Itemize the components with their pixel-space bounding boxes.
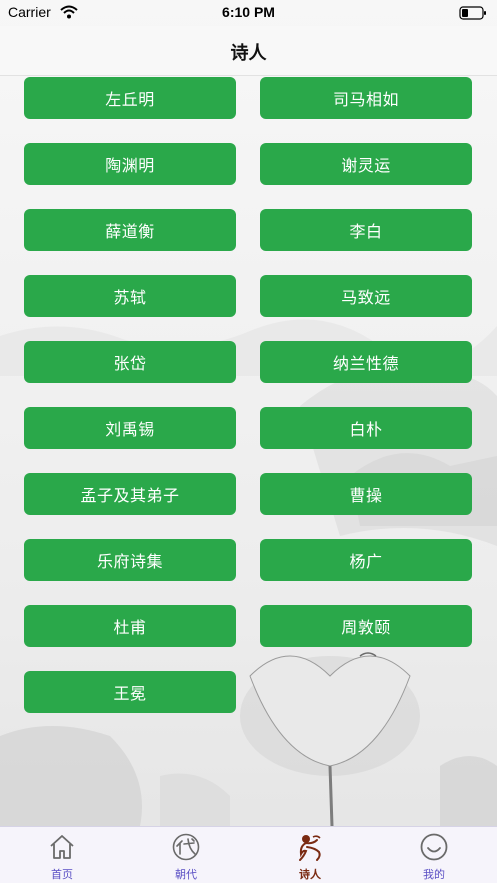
tab-poet[interactable]: 诗人 [248, 827, 372, 883]
battery-icon [459, 6, 486, 20]
tab-bar: 首页 朝代 诗人 我的 [0, 826, 497, 883]
tab-dynasty-label: 朝代 [175, 868, 197, 881]
poet-button[interactable]: 杨广 [260, 539, 472, 581]
poet-button[interactable]: 苏轼 [24, 275, 236, 317]
poet-button[interactable]: 张岱 [24, 341, 236, 383]
poet-button[interactable]: 白朴 [260, 407, 472, 449]
tab-dynasty[interactable]: 朝代 [124, 827, 248, 883]
poet-button[interactable]: 刘禹锡 [24, 407, 236, 449]
poet-button[interactable]: 乐府诗集 [24, 539, 236, 581]
poet-grid: 左丘明 司马相如 陶渊明 谢灵运 薛道衡 李白 苏轼 马致远 张岱 纳兰性德 刘… [0, 76, 497, 826]
tab-poet-label: 诗人 [299, 868, 321, 881]
poet-button[interactable]: 马致远 [260, 275, 472, 317]
poet-button[interactable]: 谢灵运 [260, 143, 472, 185]
dynasty-icon [172, 833, 200, 861]
navigation-bar: 诗人 [0, 26, 497, 76]
tab-home-label: 首页 [51, 868, 73, 881]
poet-button[interactable]: 王冕 [24, 671, 236, 713]
poet-button[interactable]: 司马相如 [260, 77, 472, 119]
poet-button[interactable]: 纳兰性德 [260, 341, 472, 383]
poet-button[interactable]: 李白 [260, 209, 472, 251]
tab-profile-label: 我的 [423, 868, 445, 881]
poet-button[interactable]: 薛道衡 [24, 209, 236, 251]
poet-button[interactable]: 左丘明 [24, 77, 236, 119]
poet-button[interactable]: 孟子及其弟子 [24, 473, 236, 515]
profile-icon [420, 833, 448, 861]
home-icon [50, 835, 74, 859]
poet-button[interactable]: 周敦颐 [260, 605, 472, 647]
tab-profile[interactable]: 我的 [372, 827, 496, 883]
tab-home[interactable]: 首页 [0, 827, 124, 883]
poet-button[interactable]: 陶渊明 [24, 143, 236, 185]
poet-button[interactable]: 曹操 [260, 473, 472, 515]
status-bar: Carrier 6:10 PM [0, 0, 497, 26]
page-title: 诗人 [230, 43, 267, 64]
poet-button[interactable]: 杜甫 [24, 605, 236, 647]
poet-icon [299, 835, 321, 861]
status-time: 6:10 PM [222, 4, 275, 20]
